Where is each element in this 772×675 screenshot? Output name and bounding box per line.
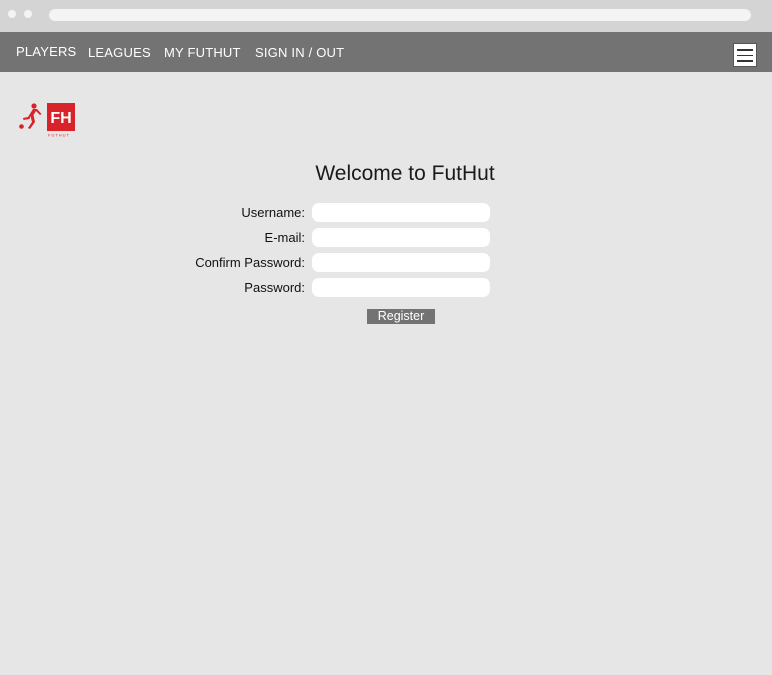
nav-link-players[interactable]: PLAYERS — [16, 44, 76, 59]
futhut-logo[interactable]: FH FUTHUT — [18, 102, 76, 138]
nav-link-sign-in-out[interactable]: SIGN IN / OUT — [255, 45, 344, 60]
nav-link-leagues[interactable]: LEAGUES — [88, 45, 151, 60]
window-control-dot[interactable] — [8, 10, 16, 18]
username-input[interactable] — [312, 203, 490, 222]
register-button[interactable]: Register — [367, 309, 435, 324]
password-label: Password: — [244, 280, 305, 295]
hamburger-menu-icon[interactable] — [733, 43, 757, 67]
menu-bar — [737, 60, 753, 62]
top-navbar: PLAYERS LEAGUES MY FUTHUT SIGN IN / OUT — [0, 32, 772, 72]
menu-bar — [737, 54, 753, 56]
nav-link-my-futhut[interactable]: MY FUTHUT — [164, 45, 241, 60]
window-control-dot[interactable] — [24, 10, 32, 18]
password-input[interactable] — [312, 278, 490, 297]
confirm-password-label: Confirm Password: — [195, 255, 305, 270]
futhut-logo-graphic: FH FUTHUT — [19, 103, 75, 138]
logo-subtext: FUTHUT — [48, 133, 70, 138]
browser-chrome — [0, 0, 772, 32]
email-label: E-mail: — [264, 230, 305, 245]
email-input[interactable] — [312, 228, 490, 247]
username-label: Username: — [241, 205, 305, 220]
address-bar[interactable] — [49, 9, 751, 21]
menu-bar — [737, 49, 753, 51]
confirm-password-input[interactable] — [312, 253, 490, 272]
logo-text: FH — [50, 110, 71, 127]
page-title: Welcome to FutHut — [315, 162, 495, 185]
